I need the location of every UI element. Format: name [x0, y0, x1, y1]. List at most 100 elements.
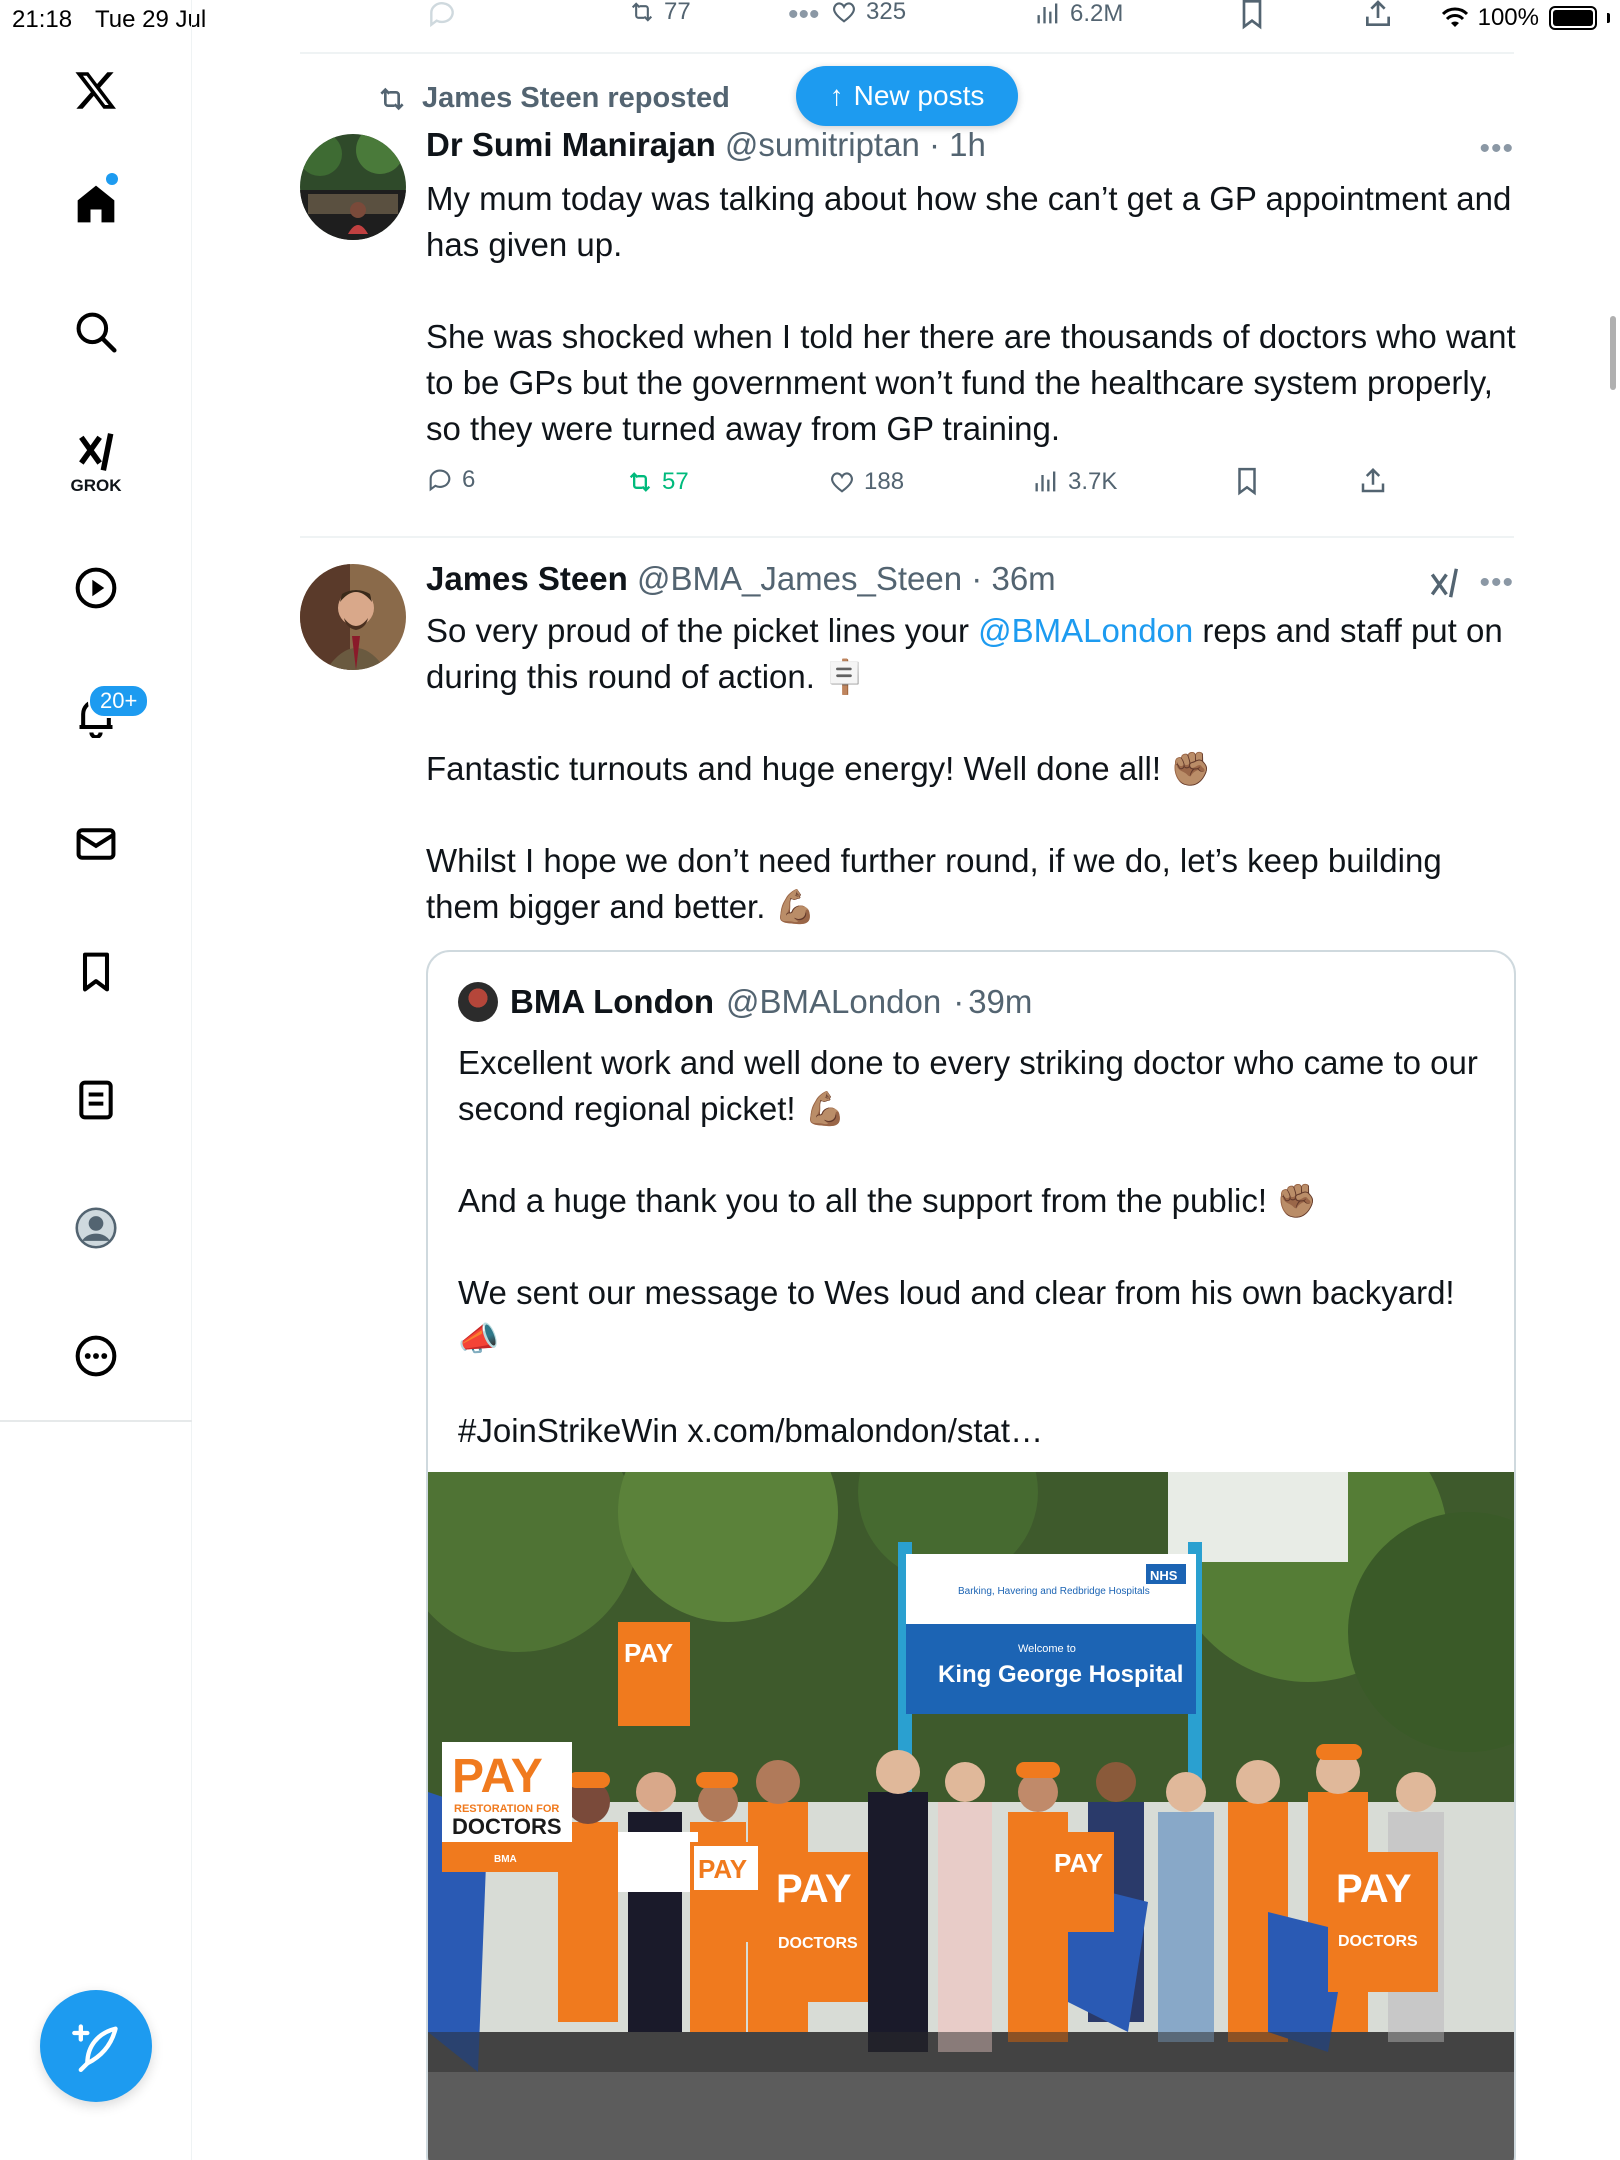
svg-text:BMA: BMA	[494, 1854, 517, 1865]
post1-body: My mum today was talking about how she c…	[426, 176, 1516, 452]
post2-author-name[interactable]: James Steen	[426, 560, 628, 597]
arrow-up-icon: ↑	[829, 80, 844, 111]
avatar-sumi[interactable]	[300, 134, 406, 240]
post1-like-button[interactable]: 188	[828, 468, 904, 496]
home-icon[interactable]	[68, 176, 124, 232]
post1-author-name[interactable]: Dr Sumi Manirajan	[426, 126, 716, 163]
post1-views-button[interactable]: 3.7K	[1032, 468, 1117, 496]
post2-text: So very proud of the picket lines your	[426, 612, 979, 649]
overflow-dots-icon: •••	[788, 0, 820, 31]
post2-body: So very proud of the picket lines your @…	[426, 608, 1516, 930]
profile-svg	[75, 1207, 117, 1249]
quote-header: BMA London @BMALondon · 39m	[458, 982, 1032, 1022]
compose-button[interactable]	[40, 1990, 152, 2102]
quote-time: 39m	[968, 983, 1033, 1020]
mention-link[interactable]: @BMALondon	[978, 612, 1193, 649]
svg-text:PAY: PAY	[1336, 1867, 1412, 1911]
dot-separator: ·	[953, 983, 965, 1020]
pay-placard: PAY DOCTORS	[1328, 1852, 1438, 1992]
post2-more-icon[interactable]: •••	[1479, 566, 1514, 600]
post1-paragraph: My mum today was talking about how she c…	[426, 180, 1512, 263]
scrollbar[interactable]	[1610, 316, 1616, 390]
mail-icon[interactable]	[68, 816, 124, 872]
post2-paragraph: Whilst I hope we don’t need further roun…	[426, 842, 1442, 925]
heart-icon	[833, 2, 855, 23]
reply-icon[interactable]	[426, 0, 458, 30]
pay-placard	[618, 1832, 698, 1892]
post1-reply-button[interactable]: 6	[426, 466, 475, 494]
post2-time[interactable]: 36m	[991, 560, 1055, 597]
bookmark-action-icon[interactable]	[1232, 466, 1262, 496]
bookmark-action-icon[interactable]	[1236, 0, 1268, 30]
list-icon[interactable]	[68, 1072, 124, 1128]
post2-handle[interactable]: @BMA_James_Steen	[637, 560, 962, 597]
post2-header: James Steen @BMA_James_Steen · 36m	[426, 560, 1056, 598]
post1-retweet-button[interactable]: 57	[626, 468, 689, 496]
prev-like-count: 325	[866, 0, 907, 25]
post1-actions: 6 57 188 3.7K	[0, 466, 1620, 506]
quote-photo[interactable]: Barking, Havering and Redbridge Hospital…	[428, 1472, 1514, 2160]
quote-body: Excellent work and well done to every st…	[458, 1040, 1488, 1454]
sign-text-small: Barking, Havering and Redbridge Hospital…	[958, 1586, 1150, 1597]
avatar-bma-london[interactable]	[458, 982, 498, 1022]
more-icon[interactable]	[68, 1328, 124, 1384]
avatar-james[interactable]	[300, 564, 406, 670]
svg-text:PAY: PAY	[624, 1638, 673, 1668]
mail-svg	[76, 828, 116, 860]
views-icon	[1035, 471, 1056, 492]
post1-header: Dr Sumi Manirajan @sumitriptan · 1h	[426, 126, 986, 164]
post1-reply-count: 6	[462, 466, 476, 493]
prev-post-actions: 77 ••• 325 6.2M	[0, 0, 1620, 40]
compose-icon	[72, 2024, 118, 2072]
post1-more-icon[interactable]: •••	[1479, 132, 1514, 166]
prev-retweet-button[interactable]: 77	[628, 0, 691, 26]
heart-icon	[831, 472, 853, 493]
sidebar: GROK 20+	[0, 0, 192, 2160]
svg-text:PAY: PAY	[1054, 1848, 1103, 1878]
more-svg	[75, 1335, 117, 1377]
play-svg	[75, 567, 117, 609]
repost-label: James Steen reposted	[422, 82, 730, 114]
pay-placard: PAY	[690, 1842, 762, 1942]
x-logo-icon[interactable]	[68, 62, 124, 118]
post1-handle[interactable]: @sumitriptan	[725, 126, 920, 163]
sign-welcome-text: Welcome to	[1018, 1643, 1076, 1655]
post1-like-count: 188	[864, 468, 905, 495]
picket-line-photo: Barking, Havering and Redbridge Hospital…	[428, 1472, 1514, 2160]
svg-text:PAY: PAY	[452, 1750, 543, 1803]
notification-badge: 20+	[88, 684, 150, 718]
search-svg	[76, 312, 117, 353]
x-logo-svg	[75, 72, 116, 109]
sign-hospital-name: King George Hospital	[938, 1661, 1183, 1688]
post1-retweet-count: 57	[662, 468, 689, 495]
grok-icon[interactable]	[1428, 566, 1462, 600]
quote-paragraph: #JoinStrikeWin x.com/bmalondon/stat…	[458, 1412, 1044, 1449]
profile-icon[interactable]	[68, 1200, 124, 1256]
quote-paragraph: Excellent work and well done to every st…	[458, 1044, 1478, 1127]
retweet-icon	[629, 472, 651, 492]
post1-views-count: 3.7K	[1068, 468, 1118, 495]
new-posts-button[interactable]: ↑ New posts	[796, 66, 1018, 126]
quoted-post[interactable]: BMA London @BMALondon · 39m Excellent wo…	[426, 950, 1516, 2160]
play-icon[interactable]	[68, 560, 124, 616]
share-icon[interactable]	[1362, 0, 1394, 30]
pay-placard: PAY DOCTORS	[768, 1852, 868, 2002]
post2-paragraph: Fantastic turnouts and huge energy! Well…	[426, 750, 1212, 787]
svg-text:PAY: PAY	[698, 1854, 747, 1884]
dot-separator: ·	[928, 126, 940, 163]
post2-paragraph-first: So very proud of the picket lines your @…	[426, 608, 1516, 700]
bookmark-icon[interactable]	[68, 944, 124, 1000]
home-unread-dot	[106, 173, 118, 185]
bookmark-svg	[82, 952, 110, 992]
share-icon[interactable]	[1358, 466, 1388, 496]
home-svg	[77, 185, 115, 223]
prev-views-button[interactable]: 6.2M	[1034, 0, 1123, 28]
search-icon[interactable]	[68, 304, 124, 360]
svg-text:PAY: PAY	[776, 1867, 852, 1911]
svg-text:DOCTORS: DOCTORS	[452, 1814, 562, 1839]
prev-like-button[interactable]: 325	[830, 0, 906, 26]
nhs-logo-text: NHS	[1150, 1568, 1178, 1583]
avatar-james-image	[300, 564, 406, 670]
post1-time[interactable]: 1h	[949, 126, 986, 163]
retweet-small-icon	[380, 87, 404, 110]
